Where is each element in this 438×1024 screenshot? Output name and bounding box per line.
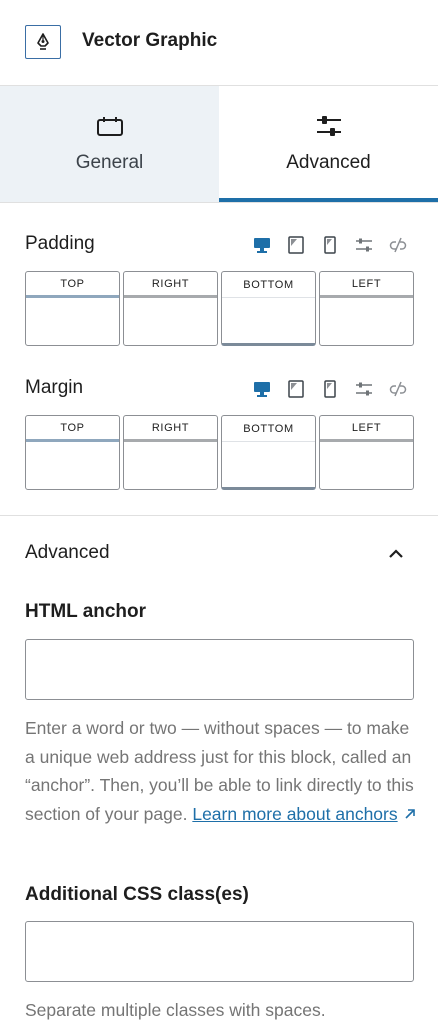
margin-left-label: LEFT bbox=[320, 416, 413, 442]
block-header: Vector Graphic bbox=[0, 0, 438, 86]
margin-right-label: RIGHT bbox=[124, 416, 217, 442]
tab-advanced-label: Advanced bbox=[286, 152, 371, 173]
mobile-icon[interactable] bbox=[313, 233, 347, 257]
margin-control: Margin TOP RIGHT BOTTOM LEFT bbox=[25, 377, 415, 492]
padding-top-input[interactable]: TOP bbox=[25, 271, 120, 346]
padding-right-input[interactable]: RIGHT bbox=[123, 271, 218, 346]
margin-bottom-label: BOTTOM bbox=[222, 416, 315, 442]
padding-left-label: LEFT bbox=[320, 272, 413, 298]
desktop-icon[interactable] bbox=[245, 377, 279, 401]
advanced-panel-title[interactable]: Advanced bbox=[25, 542, 110, 564]
margin-bottom-input[interactable]: BOTTOM bbox=[221, 415, 316, 490]
tablet-icon[interactable] bbox=[279, 377, 313, 401]
pen-nib-icon bbox=[25, 25, 61, 59]
margin-left-input[interactable]: LEFT bbox=[319, 415, 414, 490]
chevron-up-icon[interactable] bbox=[386, 544, 406, 564]
learn-more-anchors-label: Learn more about anchors bbox=[192, 803, 398, 824]
padding-left-input[interactable]: LEFT bbox=[319, 271, 414, 346]
tablet-icon[interactable] bbox=[279, 233, 313, 257]
padding-bottom-label: BOTTOM bbox=[222, 272, 315, 298]
inspector-tabs: General Advanced bbox=[0, 86, 438, 203]
margin-device-icons bbox=[245, 377, 415, 401]
padding-control: Padding TOP RIGHT BOTTOM LEFT bbox=[25, 233, 415, 348]
css-classes-label: Additional CSS class(es) bbox=[25, 884, 249, 905]
tab-general[interactable]: General bbox=[0, 86, 219, 202]
sliders-icon[interactable] bbox=[347, 233, 381, 257]
tab-general-label: General bbox=[75, 152, 144, 173]
padding-bottom-input[interactable]: BOTTOM bbox=[221, 271, 316, 346]
padding-device-icons bbox=[245, 233, 415, 257]
block-title: Vector Graphic bbox=[82, 30, 218, 51]
margin-top-label: TOP bbox=[26, 416, 119, 442]
sliders-icon bbox=[315, 114, 343, 138]
margin-label: Margin bbox=[25, 377, 84, 398]
external-link-icon bbox=[403, 801, 417, 819]
html-anchor-label: HTML anchor bbox=[25, 601, 147, 622]
padding-top-label: TOP bbox=[26, 272, 119, 298]
margin-right-input[interactable]: RIGHT bbox=[123, 415, 218, 490]
html-anchor-help: Enter a word or two — without spaces — t… bbox=[25, 714, 417, 828]
sliders-icon[interactable] bbox=[347, 377, 381, 401]
learn-more-anchors-link[interactable]: Learn more about anchors bbox=[192, 804, 397, 824]
mobile-icon[interactable] bbox=[313, 377, 347, 401]
tab-advanced[interactable]: Advanced bbox=[219, 86, 438, 202]
calendar-box-icon bbox=[96, 114, 124, 138]
unlink-icon[interactable] bbox=[381, 377, 415, 401]
padding-right-label: RIGHT bbox=[124, 272, 217, 298]
padding-label: Padding bbox=[25, 233, 95, 254]
desktop-icon[interactable] bbox=[245, 233, 279, 257]
html-anchor-input[interactable] bbox=[25, 639, 414, 700]
padding-inputs: TOP RIGHT BOTTOM LEFT bbox=[25, 271, 415, 346]
css-classes-help: Separate multiple classes with spaces. bbox=[25, 1000, 326, 1020]
unlink-icon[interactable] bbox=[381, 233, 415, 257]
css-classes-input[interactable] bbox=[25, 921, 414, 982]
margin-top-input[interactable]: TOP bbox=[25, 415, 120, 490]
margin-inputs: TOP RIGHT BOTTOM LEFT bbox=[25, 415, 415, 490]
section-divider bbox=[0, 515, 438, 516]
